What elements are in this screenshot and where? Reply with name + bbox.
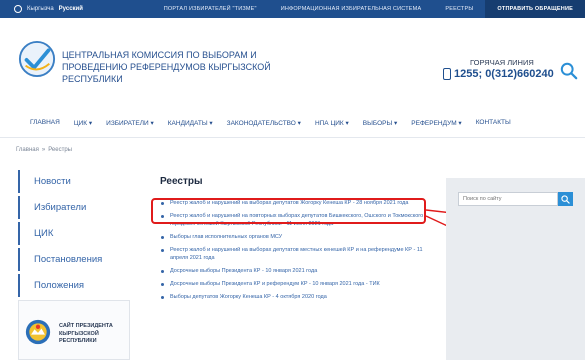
nav-voters[interactable]: ИЗБИРАТЕЛИ ▾ (106, 119, 154, 127)
site-search-input[interactable] (458, 192, 558, 206)
site-header: ЦЕНТРАЛЬНАЯ КОМИССИЯ ПО ВЫБОРАМ И ПРОВЕД… (0, 18, 585, 108)
breadcrumb: Главная» Реестры (16, 147, 72, 153)
phone-icon (443, 68, 451, 80)
top-link-voter-portal[interactable]: ПОРТАЛ ИЗБИРАТЕЛЕЙ "ТИЗМЕ" (152, 6, 269, 12)
nav-contacts[interactable]: КОНТАКТЫ (476, 119, 511, 126)
search-icon (561, 194, 570, 204)
sidebar-item-cik[interactable]: ЦИК (18, 222, 133, 245)
site-search-button[interactable] (558, 192, 573, 206)
globe-icon (14, 5, 22, 13)
top-links: ПОРТАЛ ИЗБИРАТЕЛЕЙ "ТИЗМЕ" ИНФОРМАЦИОННА… (152, 0, 585, 18)
nav-home[interactable]: ГЛАВНАЯ (30, 119, 60, 126)
send-appeal-button[interactable]: ОТПРАВИТЬ ОБРАЩЕНИЕ (485, 0, 585, 18)
search-icon[interactable] (560, 62, 578, 80)
search-panel (446, 178, 585, 360)
hotline-number: 1255; 0(312)660240 (454, 68, 554, 80)
president-site-banner[interactable]: САЙТ ПРЕЗИДЕНТА КЫРГЫЗСКОЙ РЕСПУБЛИКИ (18, 300, 130, 360)
breadcrumb-current: Реестры (48, 147, 72, 153)
sidebar: Новости Избиратели ЦИК Постановления Пол… (18, 170, 133, 300)
lang-russian[interactable]: Русский (59, 6, 83, 12)
nav-elections[interactable]: ВЫБОРЫ ▾ (363, 119, 398, 127)
main-content: Реестры Реестр жалоб и нарушений на выбо… (160, 176, 430, 306)
sidebar-item-news[interactable]: Новости (18, 170, 133, 193)
checkmark-logo-icon[interactable] (18, 40, 56, 78)
sidebar-item-regulations[interactable]: Положения (18, 274, 133, 297)
nav-referendum[interactable]: РЕФЕРЕНДУМ ▾ (411, 119, 461, 127)
language-switcher: Кыргызча Русский (0, 5, 152, 13)
nav-npa-cik[interactable]: НПА ЦИК ▾ (315, 119, 349, 127)
registry-item[interactable]: Досрочные выборы Президента КР и референ… (160, 280, 430, 288)
top-link-registries[interactable]: РЕЕСТРЫ (433, 6, 485, 12)
nav-cik[interactable]: ЦИК ▾ (74, 119, 92, 127)
lang-kyrgyz[interactable]: Кыргызча (27, 6, 54, 12)
breadcrumb-home[interactable]: Главная (16, 147, 39, 153)
registry-item[interactable]: Досрочные выборы Президента КР - 10 янва… (160, 267, 430, 275)
hotline-label: ГОРЯЧАЯ ЛИНИЯ (470, 58, 534, 67)
registry-item[interactable]: Выборы депутатов Жогорку Кенеша КР - 4 о… (160, 293, 430, 301)
nav-candidates[interactable]: КАНДИДАТЫ ▾ (168, 119, 213, 127)
organization-name[interactable]: ЦЕНТРАЛЬНАЯ КОМИССИЯ ПО ВЫБОРАМ И ПРОВЕД… (62, 49, 282, 85)
registry-item[interactable]: Выборы глав исполнительных органов МСУ (160, 233, 430, 241)
breadcrumb-separator: » (41, 147, 46, 153)
top-link-info-system[interactable]: ИНФОРМАЦИОННАЯ ИЗБИРАТЕЛЬНАЯ СИСТЕМА (269, 6, 434, 12)
sidebar-item-resolutions[interactable]: Постановления (18, 248, 133, 271)
hotline: 1255; 0(312)660240 (443, 68, 554, 80)
highlight-annotation-box (151, 198, 426, 224)
main-navigation: ГЛАВНАЯ ЦИК ▾ ИЗБИРАТЕЛИ ▾ КАНДИДАТЫ ▾ З… (0, 108, 585, 138)
page-title: Реестры (160, 176, 203, 187)
registry-item[interactable]: Реестр жалоб и нарушений на выборах депу… (160, 246, 430, 262)
sidebar-item-voters[interactable]: Избиратели (18, 196, 133, 219)
top-bar: Кыргызча Русский ПОРТАЛ ИЗБИРАТЕЛЕЙ "ТИЗ… (0, 0, 585, 18)
state-emblem-icon (25, 319, 51, 345)
president-site-label: САЙТ ПРЕЗИДЕНТА КЫРГЫЗСКОЙ РЕСПУБЛИКИ (59, 323, 113, 344)
nav-legislation[interactable]: ЗАКОНОДАТЕЛЬСТВО ▾ (227, 119, 301, 127)
